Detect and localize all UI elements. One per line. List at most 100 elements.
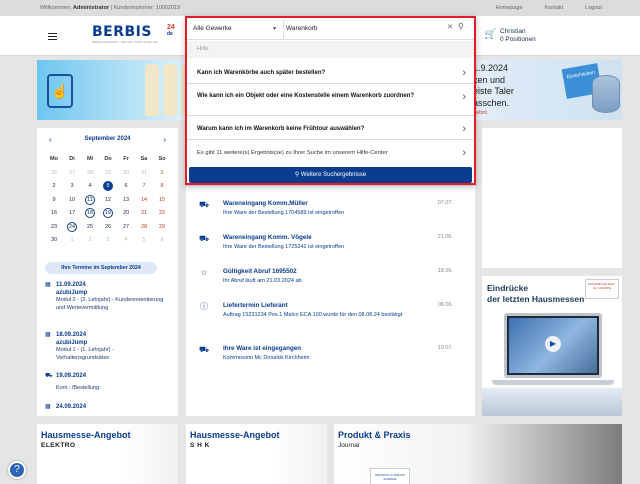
termin-item[interactable]: ▦ 11.09.2024 azubiJump Modul 2 - (2. Leh… (45, 282, 165, 312)
more-results-text: Es gibt 11 weitere(s) Ergebnis(se) zu Ih… (197, 150, 388, 156)
calendar-day[interactable]: 5 (135, 235, 153, 245)
calendar-day[interactable]: 26 (99, 222, 117, 232)
calendar-day[interactable]: 25 (81, 222, 99, 232)
chevron-right-icon[interactable]: › (163, 135, 166, 144)
search-result[interactable]: Wie kann ich ein Objekt oder eine Kosten… (187, 86, 474, 116)
clear-icon[interactable]: ✕ (447, 23, 453, 31)
chevron-right-icon: › (462, 67, 466, 79)
termin-date: 19.09.2024 (56, 373, 87, 379)
calendar-day[interactable]: 8 (153, 181, 171, 191)
day-name: Sa (140, 156, 148, 162)
calendar-day[interactable]: 12 (99, 195, 117, 205)
logout-link[interactable]: Logout (585, 5, 602, 11)
coins-image (592, 75, 620, 113)
feed-desc: Kommission Mc Donalds Kirchheim (223, 355, 310, 361)
calendar-day[interactable]: 14 (135, 195, 153, 205)
calendar-day-event[interactable]: 19 (103, 208, 113, 218)
promo-title: Eindrücke der letzten Hausmessen (487, 283, 585, 304)
feed-date: 07.07. (437, 200, 453, 206)
calendar-day[interactable]: 2 (45, 181, 63, 191)
calendar-day[interactable]: 28 (135, 222, 153, 232)
calendar-day[interactable]: 29 (99, 168, 117, 178)
search-icon[interactable]: ⚲ (458, 22, 464, 31)
calendar-day[interactable]: 21 (135, 208, 153, 218)
truck-icon: ⛟ (45, 373, 53, 379)
calendar-day[interactable]: 22 (153, 208, 171, 218)
calendar-day[interactable]: 9 (45, 195, 63, 205)
search-result[interactable]: Warum kann ich im Warenkorb keine Frühto… (187, 118, 474, 140)
calendar-day-event[interactable]: 11 (85, 194, 95, 205)
calendar-day[interactable]: 17 (63, 208, 81, 218)
calendar-day[interactable]: 26 (45, 168, 63, 178)
termin-item[interactable]: ▦ 18.09.2024 azubiJump Modul 1 - (1. Leh… (45, 332, 165, 362)
termin-item[interactable]: ▦ 24.09.2024 (45, 404, 165, 412)
help-icon[interactable]: ? (8, 461, 26, 479)
menu-icon[interactable] (48, 33, 57, 40)
category-select[interactable]: Alle Gewerke ▼ (189, 20, 284, 38)
termin-date: 24.09.2024 (56, 404, 87, 410)
tile-title: Hausmesse-Angebot (190, 430, 280, 440)
calendar-day-event[interactable]: 24 (67, 221, 77, 232)
feed-date: 10.07. (437, 345, 453, 351)
cart-icon: 🛒 (484, 29, 497, 40)
star-icon: ☆ (200, 268, 208, 277)
calendar-day[interactable]: 2 (81, 235, 99, 245)
calendar-day[interactable]: 1 (153, 168, 171, 178)
tile-elektro[interactable]: Hausmesse-Angebot ELEKTRO (37, 424, 178, 484)
calendar-day[interactable]: 10 (63, 195, 81, 205)
search-input[interactable] (286, 22, 436, 36)
feed-title: Liefertermin Lieferant (223, 302, 288, 309)
notification-feed: ⛟ Wareneingang Komm.Müller Ihre Ware der… (186, 186, 475, 416)
play-icon[interactable]: ▶ (545, 336, 561, 352)
user-name: Administrator (73, 5, 110, 11)
calendar-icon: ▦ (45, 332, 51, 338)
more-results-row[interactable]: Es gibt 11 weitere(s) Ergebnis(se) zu Ih… (187, 142, 474, 164)
calendar-day[interactable]: 27 (63, 168, 81, 178)
result-section-label: Hilfe (187, 41, 474, 58)
calendar-day[interactable]: 16 (45, 208, 63, 218)
calendar-day[interactable]: 30 (117, 168, 135, 178)
calendar-day[interactable]: 28 (81, 168, 99, 178)
result-text: Wie kann ich ein Objekt oder eine Kosten… (197, 93, 415, 99)
search-result[interactable]: Kann ich Warenkörbe auch später bestelle… (187, 62, 474, 84)
calendar-day[interactable]: 13 (117, 195, 135, 205)
top-bar: Willkommen, Administrator | Kundennummer… (0, 0, 640, 16)
day-name: Mi (86, 156, 94, 162)
calendar-day[interactable]: 15 (153, 195, 171, 205)
calendar-day[interactable]: 7 (135, 181, 153, 191)
calendar-day[interactable]: 3 (63, 181, 81, 191)
calendar-day[interactable]: 27 (117, 222, 135, 232)
calendar-panel: ‹ September 2024 › Mo Di Mi Do Fr Sa So … (37, 128, 178, 416)
tile-shk[interactable]: Hausmesse-Angebot S H K (186, 424, 327, 484)
termin-desc: Modul 1 - (1. Lehrjahr) - Verhaltensgrun… (56, 347, 114, 361)
welcome-label: Willkommen, (40, 5, 72, 11)
calendar-day[interactable]: 29 (153, 222, 171, 232)
hausmesse-promo[interactable]: Eindrücke der letzten Hausmessen HAUSMES… (482, 276, 622, 416)
termine-button[interactable]: Ihre Termine im September 2024 (45, 262, 157, 274)
more-results-button[interactable]: ⚲ Weitere Suchergebnisse (189, 167, 472, 183)
calendar-day[interactable]: 20 (117, 208, 135, 218)
calendar-day[interactable]: 30 (45, 235, 63, 245)
termin-desc: Kom.: /Bestellung: (56, 384, 101, 391)
calendar-day[interactable]: 4 (117, 235, 135, 245)
calendar-day[interactable]: 3 (99, 235, 117, 245)
laptop-image: ▶ (504, 313, 602, 378)
calendar-day-today[interactable]: 5 (103, 181, 113, 191)
calendar-day[interactable]: 23 (45, 222, 63, 232)
tile-journal[interactable]: Produkt & Praxis Journal PRODUKT & PRAXI… (334, 424, 622, 484)
calendar-day-event[interactable]: 18 (85, 208, 95, 218)
stage-image (482, 388, 622, 416)
termin-item[interactable]: ⛟ 19.09.2024 Kom.: /Bestellung: (45, 373, 165, 392)
top-links: Homepage Kontakt Logout (496, 5, 602, 11)
calendar-day[interactable]: 6 (153, 235, 171, 245)
calendar-day[interactable]: 6 (117, 181, 135, 191)
calendar-day[interactable]: 31 (135, 168, 153, 178)
logo[interactable]: BERBIS 24 de BERBIS ERFAHRUNG · SERVICE ·… (92, 24, 182, 48)
tile-subtitle: S H K (190, 442, 210, 449)
feed-date: 21.06. (437, 234, 453, 240)
calendar-day[interactable]: 1 (63, 235, 81, 245)
homepage-link[interactable]: Homepage (496, 5, 523, 11)
termin-date: 11.09.2024 (56, 282, 86, 288)
contact-link[interactable]: Kontakt (545, 5, 564, 11)
calendar-day[interactable]: 4 (81, 181, 99, 191)
